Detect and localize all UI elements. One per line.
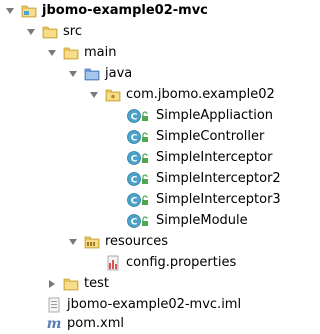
tree-node-class[interactable]: C SimpleModule <box>127 210 248 231</box>
tree-node-label: SimpleAppliaction <box>156 108 274 123</box>
svg-text:C: C <box>131 196 138 206</box>
tree-node-src[interactable]: src <box>25 21 82 42</box>
tree-node-label: java <box>105 66 133 81</box>
tree-node-label: SimpleInterceptor <box>156 150 273 165</box>
project-tree: jbomo-example02-mvc src main java com.jb… <box>0 0 281 334</box>
package-icon <box>105 87 121 103</box>
java-class-icon: C <box>127 171 151 187</box>
svg-text:C: C <box>131 217 138 227</box>
iml-file-icon <box>46 297 62 313</box>
tree-node-class[interactable]: C SimpleInterceptor <box>127 147 272 168</box>
chevron-down-icon[interactable] <box>25 26 37 38</box>
tree-node-label: config.properties <box>126 255 237 270</box>
tree-node-pom[interactable]: m pom.xml <box>46 313 124 334</box>
tree-node-label: pom.xml <box>67 316 124 331</box>
resources-folder-icon <box>84 234 100 250</box>
java-class-icon: C <box>127 213 151 229</box>
tree-node-label: test <box>84 276 109 291</box>
java-class-icon: C <box>127 129 151 145</box>
maven-icon: m <box>46 316 62 332</box>
chevron-right-icon[interactable] <box>46 278 58 290</box>
svg-text:C: C <box>131 175 138 185</box>
java-class-icon: C <box>127 192 151 208</box>
tree-node-class[interactable]: C SimpleController <box>127 126 264 147</box>
tree-node-java[interactable]: java <box>67 63 132 84</box>
chevron-down-icon[interactable] <box>88 89 100 101</box>
tree-node-label: SimpleInterceptor3 <box>156 192 281 207</box>
folder-icon <box>63 45 79 61</box>
tree-node-class[interactable]: C SimpleAppliaction <box>127 105 273 126</box>
java-class-icon: C <box>127 150 151 166</box>
tree-node-label: jbomo-example02-mvc <box>42 3 208 18</box>
tree-node-resources[interactable]: resources <box>67 231 168 252</box>
properties-file-icon <box>105 255 121 271</box>
tree-node-class[interactable]: C SimpleInterceptor3 <box>127 189 281 210</box>
tree-node-main[interactable]: main <box>46 42 116 63</box>
tree-node-label: SimpleController <box>156 129 265 144</box>
chevron-down-icon[interactable] <box>46 47 58 59</box>
maven-glyph: m <box>46 315 62 332</box>
chevron-down-icon[interactable] <box>4 5 16 17</box>
tree-node-label: com.jbomo.example02 <box>126 87 275 102</box>
tree-node-label: main <box>84 45 117 60</box>
tree-node-label: SimpleModule <box>156 213 248 228</box>
tree-node-iml[interactable]: jbomo-example02-mvc.iml <box>46 294 241 315</box>
tree-node-test[interactable]: test <box>46 273 109 294</box>
tree-node-root[interactable]: jbomo-example02-mvc <box>4 0 208 21</box>
tree-node-package[interactable]: com.jbomo.example02 <box>88 84 275 105</box>
tree-node-config[interactable]: config.properties <box>105 252 236 273</box>
folder-icon <box>42 24 58 40</box>
tree-node-class[interactable]: C SimpleInterceptor2 <box>127 168 281 189</box>
tree-node-label: SimpleInterceptor2 <box>156 171 281 186</box>
source-folder-icon <box>84 66 100 82</box>
svg-text:C: C <box>131 133 138 143</box>
tree-node-label: resources <box>105 234 169 249</box>
svg-text:C: C <box>131 112 138 122</box>
java-class-icon: C <box>127 108 151 124</box>
tree-node-label: jbomo-example02-mvc.iml <box>67 297 242 312</box>
chevron-down-icon[interactable] <box>67 236 79 248</box>
chevron-down-icon[interactable] <box>67 68 79 80</box>
svg-text:C: C <box>131 154 138 164</box>
folder-icon <box>63 276 79 292</box>
tree-node-label: src <box>63 24 82 39</box>
module-folder-icon <box>21 3 37 19</box>
